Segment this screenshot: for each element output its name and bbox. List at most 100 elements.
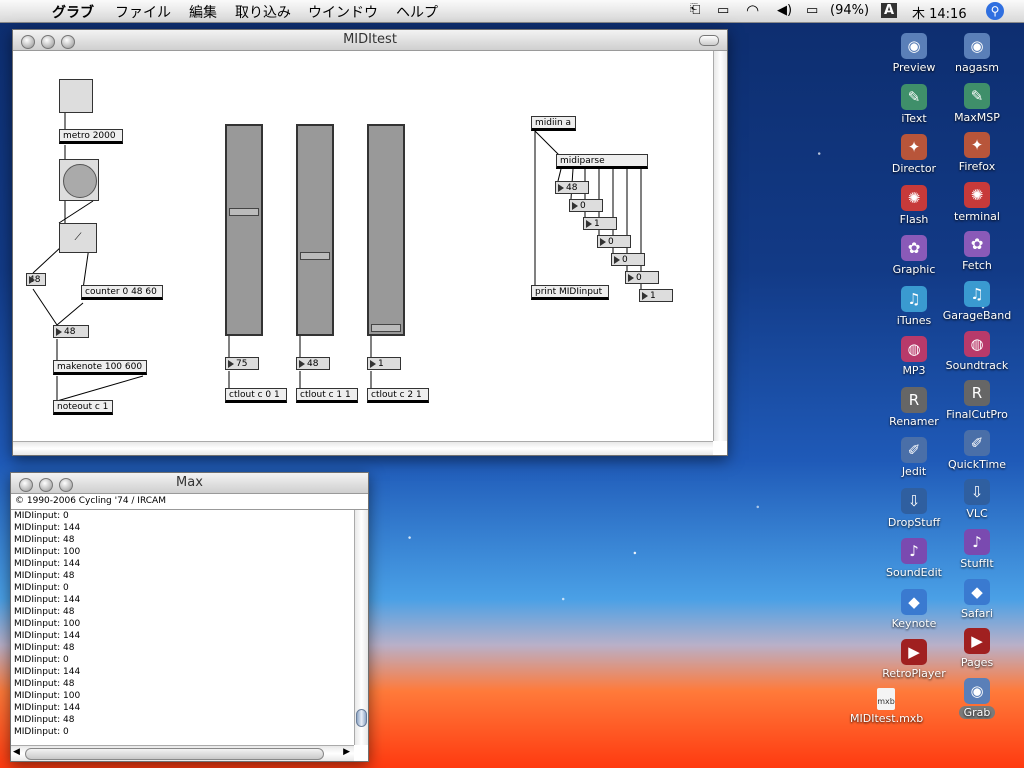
desktop-app-safari[interactable]: ◆ Safari [942, 578, 1012, 620]
desktop-app-itunes[interactable]: ♫ iTunes [879, 285, 949, 327]
input-menu[interactable]: A [881, 3, 898, 18]
ctlout-1-object[interactable]: ctlout c 0 1 [225, 388, 287, 403]
menu-help[interactable]: ヘルプ [396, 2, 438, 22]
patcher-canvas[interactable]: metro 2000 ⟋ 48 counter 0 48 60 48 maken… [13, 51, 713, 441]
desktop-app-stuffit[interactable]: ♪ StuffIt [942, 529, 1012, 570]
metro-object[interactable]: metro 2000 [59, 129, 123, 144]
slider-1[interactable] [225, 124, 263, 336]
desktop-app-mp3[interactable]: ◍ MP3 [879, 336, 949, 377]
battery-icon[interactable]: ▭ [806, 3, 818, 18]
script-menu-icon[interactable]: ⎗ [690, 2, 700, 17]
desktop-app-preview[interactable]: ◉ Preview [879, 33, 949, 74]
desktop-app-quicktime[interactable]: ✐ QuickTime [942, 429, 1012, 471]
spotlight-icon[interactable]: ⚲ [986, 2, 1004, 20]
desktop-app-fetch[interactable]: ✿ Fetch [942, 231, 1012, 272]
bang-button[interactable] [59, 79, 93, 113]
desktop-app-itext[interactable]: ✎ iText [879, 83, 949, 125]
midiparse-out-7[interactable]: 1 [639, 289, 673, 302]
preview-icon: ◉ [901, 33, 927, 59]
gate-switch[interactable]: ⟋ [59, 223, 97, 253]
counter-object[interactable]: counter 0 48 60 [81, 285, 163, 300]
console-hscroll-thumb[interactable] [25, 748, 324, 760]
console-horizontal-scrollbar[interactable]: ◀ ▶ [11, 745, 354, 761]
desktop-icon-label: MP3 [902, 364, 926, 377]
desktop-icon-label: FinalCutPro [946, 408, 1008, 422]
desktop-icon-label: QuickTime [947, 457, 1007, 471]
menu-file[interactable]: ファイル [115, 2, 171, 22]
desktop-icon-label: RetroPlayer [882, 667, 946, 680]
desktop-app-dropstuff[interactable]: ⇩ DropStuff [879, 487, 949, 529]
wifi-icon[interactable]: ◠ [746, 1, 759, 19]
slider-1-knob[interactable] [229, 208, 259, 216]
console-line: MIDIinput: 0 [14, 511, 69, 521]
desktop-app-jedit[interactable]: ✐ Jedit [879, 437, 949, 478]
print-object[interactable]: print MIDIinput [531, 285, 609, 300]
number-box-48-b[interactable]: 48 [53, 325, 89, 338]
midiparse-out-5[interactable]: 0 [611, 253, 645, 266]
number-box-48-a[interactable]: 48 [26, 273, 46, 286]
volume-icon[interactable]: ◀) [777, 3, 792, 18]
console-vertical-scrollbar[interactable] [354, 510, 368, 745]
console-vscroll-thumb[interactable] [356, 709, 367, 727]
desktop-file-label: MIDItest.mxb [850, 712, 924, 725]
slider-3-number[interactable]: 1 [367, 357, 401, 370]
desktop-app-graphic[interactable]: ✿ Graphic [879, 235, 949, 276]
slider-2-number[interactable]: 48 [296, 357, 330, 370]
desktop-file-mxb[interactable]: mxb MIDItest.mxb [850, 688, 924, 725]
slider-2[interactable] [296, 124, 334, 336]
slider-3-knob[interactable] [371, 324, 401, 332]
desktop-app-director[interactable]: ✦ Director [879, 134, 949, 175]
safari-icon: ◆ [964, 578, 990, 605]
patcher-titlebar[interactable]: MIDItest [13, 30, 727, 51]
desktop-app-finalcutpro[interactable]: R FinalCutPro [942, 380, 1012, 421]
midiparse-out-6[interactable]: 0 [625, 271, 659, 284]
makenote-object[interactable]: makenote 100 600 [53, 360, 147, 375]
menu-window[interactable]: ウインドウ [308, 2, 378, 22]
menu-capture[interactable]: 取り込み [235, 2, 291, 22]
desktop-app-soundtrack[interactable]: ◍ Soundtrack [942, 330, 1012, 372]
slider-3[interactable] [367, 124, 405, 336]
slider-2-knob[interactable] [300, 252, 330, 260]
soundedit-icon: ♪ [901, 538, 927, 564]
menu-edit[interactable]: 編集 [189, 2, 217, 22]
menu-app[interactable]: グラブ [52, 2, 94, 22]
scroll-right-arrow-icon[interactable]: ▶ [343, 747, 350, 757]
ctlout-2-object[interactable]: ctlout c 1 1 [296, 388, 358, 403]
desktop-app-renamer[interactable]: R Renamer [879, 386, 949, 428]
desktop-app-soundedit[interactable]: ♪ SoundEdit [879, 538, 949, 579]
desktop-icon-label: Graphic [892, 263, 936, 276]
file-document-icon: mxb [877, 688, 895, 710]
midiparse-out-1[interactable]: 48 [555, 181, 589, 194]
desktop-app-grab[interactable]: ◉ Grab [942, 677, 1012, 719]
midiin-object[interactable]: midiin a [531, 116, 576, 131]
midiparse-out-4[interactable]: 0 [597, 235, 631, 248]
desktop-app-flash[interactable]: ✺ Flash [879, 184, 949, 226]
toggle-button[interactable] [59, 159, 99, 201]
midiparse-out-2[interactable]: 0 [569, 199, 603, 212]
desktop-app-nagasm[interactable]: ◉ nagasm [942, 33, 1012, 74]
desktop-app-vlc[interactable]: ⇩ VLC [942, 479, 1012, 520]
desktop-app-garageband[interactable]: ♫ GarageBand [942, 281, 1012, 322]
desktop-app-terminal[interactable]: ✺ terminal [942, 181, 1012, 223]
noteout-object[interactable]: noteout c 1 [53, 400, 113, 415]
slider-1-number[interactable]: 75 [225, 357, 259, 370]
midiparse-out-3[interactable]: 1 [583, 217, 617, 230]
desktop-app-firefox[interactable]: ✦ Firefox [942, 132, 1012, 173]
display-icon[interactable]: ▭ [717, 3, 729, 18]
desktop-app-pages[interactable]: ▶ Pages [942, 628, 1012, 669]
finalcutpro-icon: R [964, 380, 990, 407]
desktop-app-maxmsp[interactable]: ✎ MaxMSP [942, 82, 1012, 124]
desktop-app-keynote[interactable]: ◆ Keynote [879, 588, 949, 630]
console-titlebar[interactable]: Max [11, 473, 368, 494]
console-line: MIDIinput: 48 [14, 679, 75, 689]
console-output[interactable]: MIDIinput: 0 MIDIinput: 144 MIDIinput: 48 M… [11, 510, 354, 745]
midiparse-object[interactable]: midiparse [556, 154, 648, 169]
scroll-left-arrow-icon[interactable]: ◀ [13, 747, 20, 757]
console-line: MIDIinput: 48 [14, 535, 75, 545]
desktop-app-retroplayer[interactable]: ▶ RetroPlayer [879, 639, 949, 680]
ctlout-3-object[interactable]: ctlout c 2 1 [367, 388, 429, 403]
clock[interactable]: 木 14:16 [912, 3, 967, 22]
patcher-horizontal-scrollbar[interactable] [13, 441, 713, 455]
patcher-vertical-scrollbar[interactable] [713, 51, 727, 441]
toolbar-toggle-button[interactable] [699, 35, 719, 46]
